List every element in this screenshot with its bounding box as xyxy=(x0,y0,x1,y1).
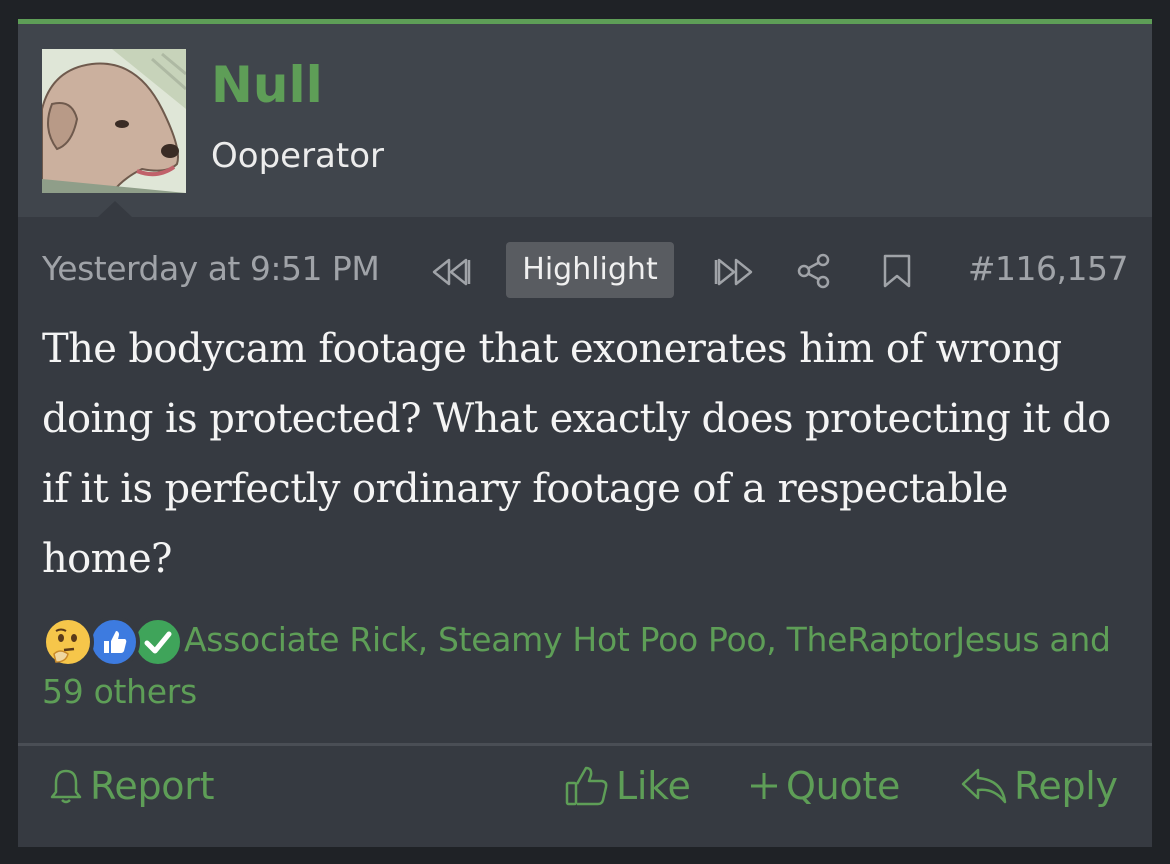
avatar[interactable] xyxy=(42,49,186,193)
post-body: The bodycam footage that exonerates him … xyxy=(42,326,1111,582)
like-label: Like xyxy=(616,764,691,808)
thumbs-up-outline-icon xyxy=(565,766,608,806)
reaction-icons[interactable] xyxy=(42,614,184,670)
bookmark-icon[interactable] xyxy=(882,253,912,293)
report-button[interactable]: Report xyxy=(48,764,214,808)
username[interactable]: Null xyxy=(211,56,323,114)
dog-avatar-image xyxy=(42,49,186,193)
post-meta-row: Yesterday at 9:51 PM Highlight #116,157 xyxy=(18,239,1152,299)
reactions-summary[interactable]: Associate Rick, Steamy Hot Poo Poo, TheR… xyxy=(42,614,1132,718)
user-title: Ooperator xyxy=(211,136,384,176)
report-label: Report xyxy=(90,764,215,808)
header-pointer xyxy=(98,201,132,217)
highlight-button[interactable]: Highlight xyxy=(506,242,674,298)
post-number[interactable]: #116,157 xyxy=(968,249,1129,288)
like-button[interactable]: Like xyxy=(564,764,691,808)
bell-icon xyxy=(50,769,82,804)
fast-forward-icon[interactable] xyxy=(713,257,757,291)
post-timestamp[interactable]: Yesterday at 9:51 PM xyxy=(42,249,380,288)
reply-button[interactable]: Reply xyxy=(960,764,1118,808)
thinking-face-icon xyxy=(42,616,94,668)
share-icon[interactable] xyxy=(796,253,832,293)
reply-label: Reply xyxy=(1014,764,1118,808)
rewind-icon[interactable] xyxy=(428,257,472,291)
plus-icon xyxy=(751,773,777,799)
reply-arrow-icon xyxy=(961,768,1007,804)
post-footer: Report Like Quote Reply xyxy=(18,746,1152,852)
post: Null Ooperator Yesterday at 9:51 PM High… xyxy=(18,19,1152,847)
quote-button[interactable]: Quote xyxy=(748,764,900,808)
quote-label: Quote xyxy=(786,764,901,808)
thumbs-up-icon xyxy=(88,616,140,668)
post-header: Null Ooperator xyxy=(18,24,1152,217)
